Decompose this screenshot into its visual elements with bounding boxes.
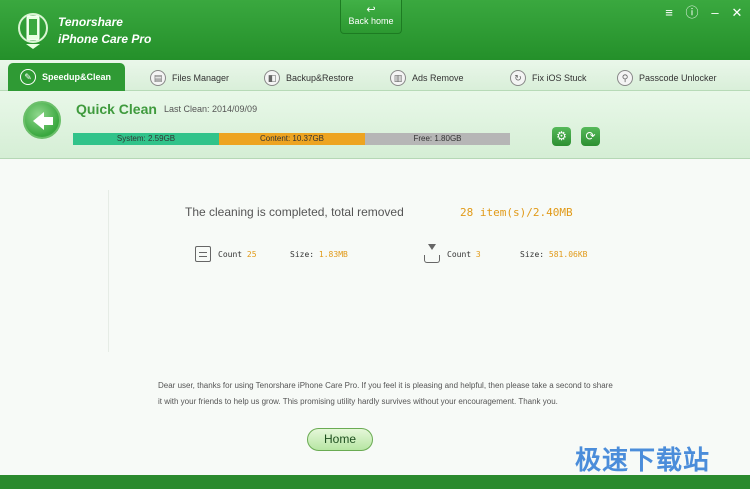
menu-icon[interactable]: ≡ — [662, 6, 676, 20]
count-value: 25 — [246, 250, 257, 259]
back-home-icon: ↩ — [366, 4, 376, 16]
key-icon: ⚲ — [617, 69, 633, 86]
tab-fix-ios-stuck[interactable]: ↻ Fix iOS Stuck — [510, 64, 587, 91]
tab-files-manager[interactable]: ▤ Files Manager — [150, 64, 229, 91]
tab-ads-remove[interactable]: ▥ Ads Remove — [390, 64, 464, 91]
total-removed: 28 item(s)/2.40MB — [460, 206, 573, 219]
refresh-icon: ⟳ — [585, 129, 596, 143]
home-button[interactable]: Home — [307, 428, 373, 451]
tab-label: Backup&Restore — [286, 72, 354, 83]
phone-logo-icon — [18, 10, 48, 50]
count-label: Count — [447, 250, 472, 259]
backup-icon: ◧ — [264, 69, 280, 86]
left-arrow-icon-stem — [42, 117, 53, 125]
count-value: 3 — [475, 250, 481, 259]
close-icon[interactable]: ✕ — [730, 6, 744, 20]
right-size: Size: 581.06KB — [520, 250, 587, 259]
size-value: 581.06KB — [548, 250, 588, 259]
tab-label: Ads Remove — [412, 72, 464, 83]
status-bar — [0, 475, 750, 489]
tab-label: Fix iOS Stuck — [532, 72, 587, 83]
thank-you-note: Dear user, thanks for using Tenorshare i… — [158, 381, 613, 406]
refresh-button[interactable]: ⟳ — [581, 127, 600, 146]
storage-system-bar: System: 2.59GB — [73, 133, 219, 145]
ads-icon: ▥ — [390, 69, 406, 86]
tray-icon — [424, 255, 440, 263]
gear-icon: ⚙ — [556, 129, 567, 143]
last-clean-date: Last Clean: 2014/09/09 — [164, 104, 258, 114]
count-label: Count — [218, 250, 243, 259]
watermark: 极速下载站 — [575, 445, 711, 475]
settings-button[interactable]: ⚙ — [552, 127, 571, 146]
tab-passcode-unlocker[interactable]: ⚲ Passcode Unlocker — [617, 64, 717, 91]
download-arrow-icon — [428, 244, 436, 250]
storage-content-bar: Content: 10.37GB — [219, 133, 365, 145]
minimize-icon[interactable]: – — [708, 6, 722, 20]
storage-free-bar: Free: 1.80GB — [365, 133, 510, 145]
brand-name: Tenorshare — [58, 15, 123, 29]
right-count: Count 3 — [447, 250, 481, 259]
back-home-button[interactable]: ↩ Back home — [340, 0, 402, 34]
back-home-label: Back home — [348, 16, 394, 26]
tab-backup-restore[interactable]: ◧ Backup&Restore — [264, 64, 354, 91]
tab-label: Files Manager — [172, 72, 230, 83]
back-arrow-button[interactable] — [23, 101, 61, 139]
files-icon: ▤ — [150, 69, 166, 86]
tab-label: Speedup&Clean — [42, 72, 112, 82]
fix-icon: ↻ — [510, 69, 526, 86]
size-label: Size: — [520, 250, 545, 259]
document-icon — [195, 246, 211, 262]
broom-icon: ✎ — [20, 69, 36, 85]
tab-bar: ✎ Speedup&Clean ▤ Files Manager ◧ Backup… — [0, 60, 750, 91]
completed-message: The cleaning is completed, total removed — [185, 205, 404, 219]
page-title: Quick Clean — [76, 101, 157, 117]
size-label: Size: — [290, 250, 315, 259]
left-count: Count 25 — [218, 250, 257, 259]
quick-clean-header: Quick Clean Last Clean: 2014/09/09 Syste… — [0, 91, 750, 159]
tab-speedup-clean[interactable]: ✎ Speedup&Clean — [8, 63, 125, 91]
size-value: 1.83MB — [318, 250, 348, 259]
left-size: Size: 1.83MB — [290, 250, 348, 259]
title-bar: Tenorshare iPhone Care Pro ↩ Back home ≡… — [0, 0, 750, 60]
info-icon[interactable]: ⓘ — [685, 6, 699, 20]
divider — [108, 190, 109, 352]
tab-label: Passcode Unlocker — [639, 72, 717, 83]
product-name: iPhone Care Pro — [58, 32, 152, 46]
